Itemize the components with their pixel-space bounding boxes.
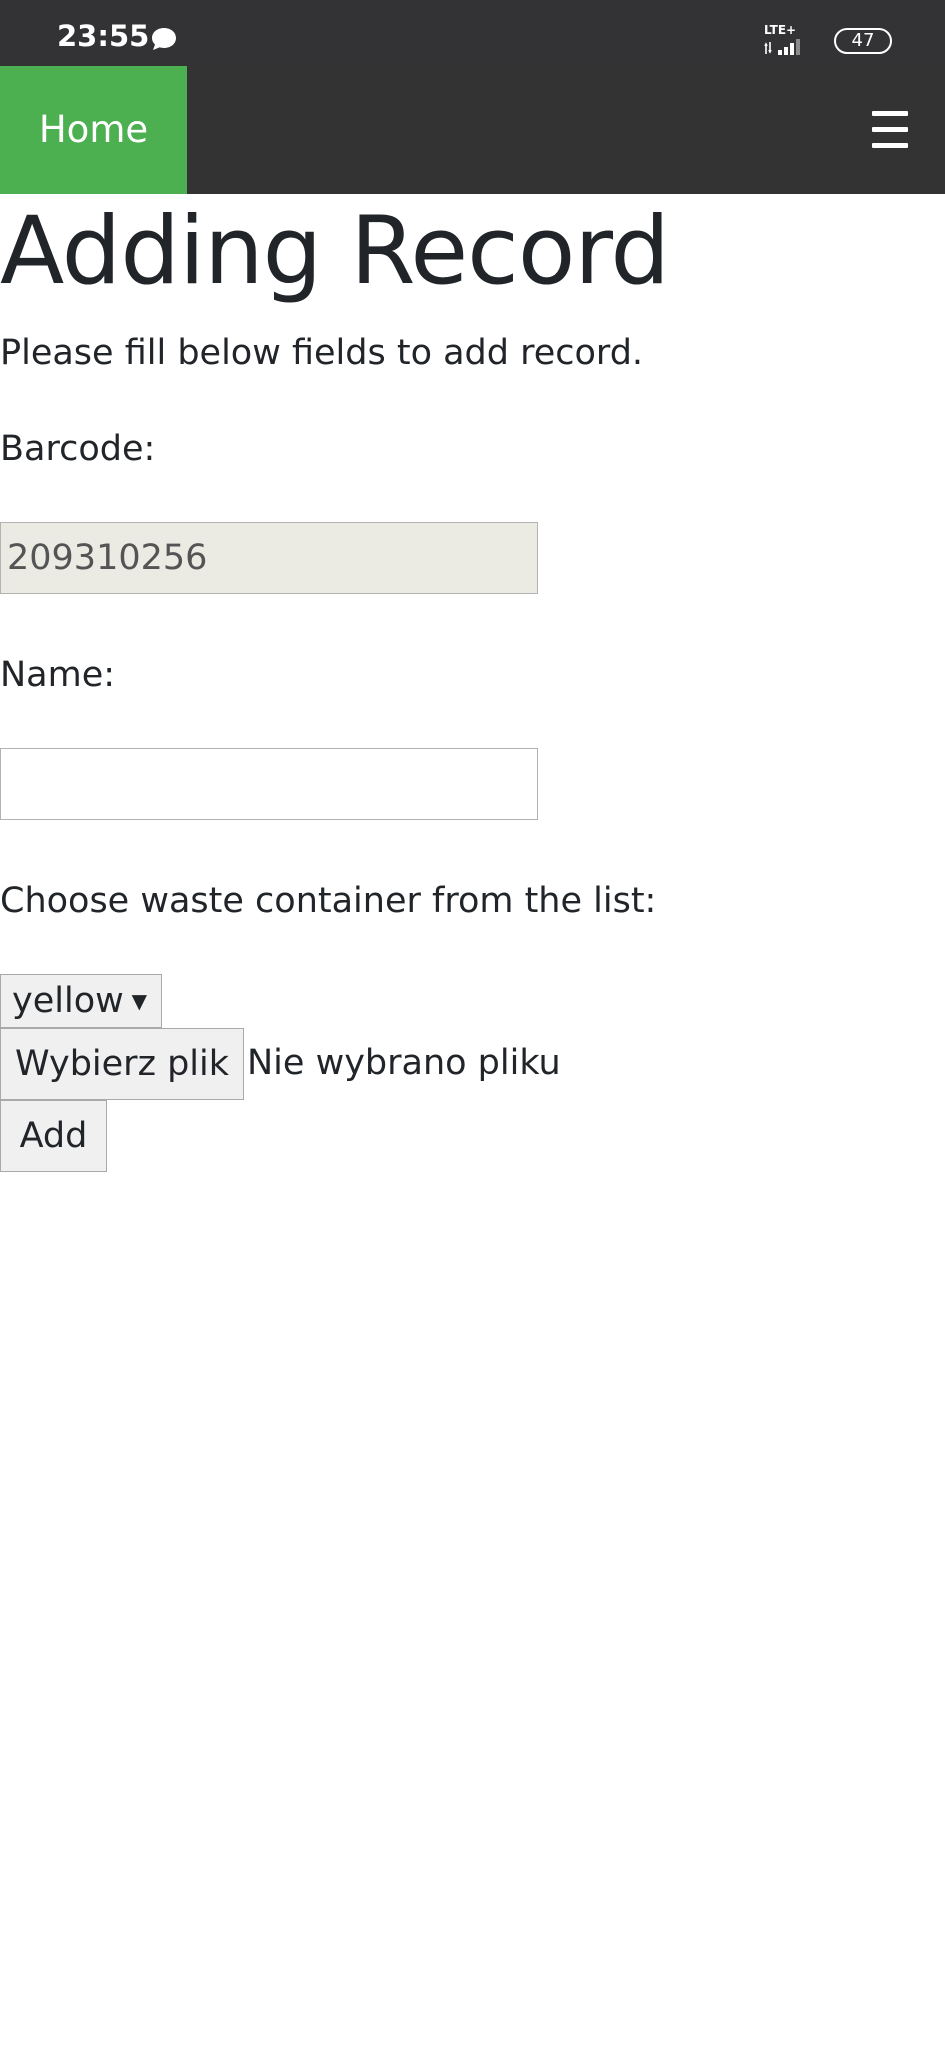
file-status-text: Nie wybrano pliku (247, 1043, 561, 1083)
hamburger-menu-icon[interactable] (863, 103, 917, 157)
page-title: Adding Record (0, 197, 670, 306)
battery-icon: 47 (834, 28, 892, 54)
status-bar: 23:55 LTE+ 47 (0, 0, 945, 66)
status-time: 23:55 (57, 19, 150, 53)
page-intro: Please fill below fields to add record. (0, 333, 644, 373)
container-label: Choose waste container from the list: (0, 881, 657, 921)
network-type: LTE+ (764, 23, 797, 37)
name-field[interactable] (0, 748, 538, 820)
container-selected-value: yellow (12, 981, 124, 1021)
top-navbar: Home (0, 66, 945, 194)
chat-bubble-icon (152, 28, 176, 50)
barcode-field[interactable]: 209310256 (0, 522, 538, 594)
choose-file-button[interactable]: Wybierz plik (0, 1028, 244, 1100)
barcode-label: Barcode: (0, 429, 156, 469)
battery-level: 47 (851, 30, 875, 51)
dropdown-arrow-icon: ▼ (131, 989, 147, 1013)
container-select[interactable]: yellow ▼ (0, 974, 162, 1028)
name-label: Name: (0, 655, 116, 695)
signal-icon: LTE+ (764, 24, 822, 56)
add-button[interactable]: Add (0, 1100, 107, 1172)
nav-home-link[interactable]: Home (0, 66, 187, 194)
